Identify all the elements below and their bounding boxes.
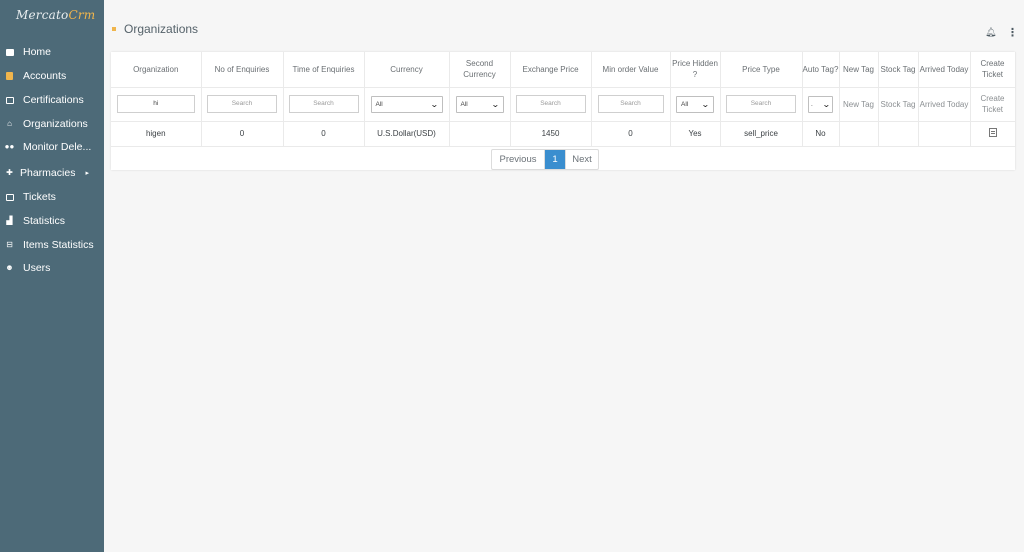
sidebar-item-home[interactable]: Home xyxy=(0,42,104,62)
sidebar-item-label: Organizations xyxy=(23,118,88,130)
arrived-today-filter-label: Arrived Today xyxy=(919,99,969,109)
column-header[interactable]: Price Hidden ? xyxy=(670,52,721,88)
chevron-down-icon: ⌄ xyxy=(822,99,832,109)
time-enquiries-filter-input[interactable]: Search xyxy=(288,95,359,113)
sidebar-item-label: Home xyxy=(23,46,52,58)
sidebar-item-label: Certifications xyxy=(23,94,84,106)
sidebar-item-statistics[interactable]: ▟ Statistics xyxy=(0,211,104,231)
chevron-right-icon: ▸ xyxy=(85,170,89,177)
monitor-icon: ●● xyxy=(4,142,15,151)
sidebar-item-monitor-deliveries[interactable]: ●● Monitor Dele... xyxy=(0,137,104,157)
cell-organization: higen xyxy=(111,121,202,147)
cell-no-of-enquiries: 0 xyxy=(201,121,284,147)
price-hidden-filter-select[interactable]: All ⌄ xyxy=(676,95,714,113)
column-header[interactable]: Time of Enquiries xyxy=(283,52,365,88)
cell-auto-tag: No xyxy=(802,121,840,147)
sidebar: MercatoCrm Home Accounts Certifications … xyxy=(0,0,104,552)
table-row[interactable]: higen 0 0 U.S.Dollar(USD) 1450 0 Yes sel… xyxy=(111,121,1016,147)
column-header[interactable]: Create Ticket xyxy=(970,52,1016,88)
bell-icon[interactable]: 🔔︎ xyxy=(985,27,996,38)
pagination: Previous 1 Next xyxy=(491,149,599,170)
users-icon: ☻ xyxy=(5,263,14,272)
auto-tag-filter-select[interactable]: . ⌄ xyxy=(808,95,833,113)
organization-filter-input[interactable]: hi xyxy=(116,95,195,113)
previous-page-button[interactable]: Previous xyxy=(492,150,545,169)
cell-exchange-price: 1450 xyxy=(510,121,592,147)
sidebar-item-label: Users xyxy=(23,262,51,274)
column-header[interactable]: Stock Tag xyxy=(878,52,919,88)
sidebar-item-label: Items Statistics xyxy=(23,239,94,251)
cell-second-currency xyxy=(449,121,511,147)
min-order-filter-input[interactable]: Search xyxy=(597,95,664,113)
column-header[interactable]: New Tag xyxy=(839,52,879,88)
statistics-icon: ▟ xyxy=(6,216,13,225)
cell-price-hidden: Yes xyxy=(670,121,721,147)
sidebar-item-label: Pharmacies xyxy=(20,167,76,179)
cell-new-tag xyxy=(839,121,879,147)
exchange-price-filter-input[interactable]: Search xyxy=(515,95,586,113)
accounts-icon xyxy=(5,72,14,80)
items-statistics-icon: ⊟ xyxy=(6,240,13,249)
price-type-filter-input[interactable]: Search xyxy=(726,95,796,113)
sidebar-item-label: Statistics xyxy=(23,215,66,227)
cell-arrived-today xyxy=(918,121,971,147)
sidebar-item-label: Monitor Dele... xyxy=(23,141,92,153)
create-ticket-filter-label: Create Ticket xyxy=(980,94,1005,114)
column-header[interactable]: Auto Tag? xyxy=(802,52,840,88)
chevron-down-icon: ⌄ xyxy=(490,99,500,109)
sidebar-item-items-statistics[interactable]: ⊟ Items Statistics xyxy=(0,235,104,255)
top-bar: Organizations 🔔︎ ⋮ xyxy=(104,0,1024,50)
chevron-down-icon: ⌄ xyxy=(701,99,711,109)
cell-currency: U.S.Dollar(USD) xyxy=(364,121,450,147)
chevron-down-icon: ⌄ xyxy=(429,99,439,109)
ticket-icon[interactable] xyxy=(988,128,997,137)
column-header[interactable]: Currency xyxy=(364,52,450,88)
column-header[interactable]: Arrived Today xyxy=(918,52,971,88)
currency-filter-select[interactable]: All ⌄ xyxy=(370,95,443,113)
main-content: Organizations 🔔︎ ⋮ Organization No of En… xyxy=(104,0,1024,552)
second-currency-filter-select[interactable]: All ⌄ xyxy=(455,95,504,113)
organizations-icon: ⌂ xyxy=(7,119,12,128)
column-header[interactable]: Price Type xyxy=(720,52,803,88)
brand-logo[interactable]: MercatoCrm xyxy=(0,0,104,34)
tickets-icon xyxy=(5,193,14,201)
sidebar-item-certifications[interactable]: Certifications xyxy=(0,90,104,110)
more-options-icon[interactable]: ⋮ xyxy=(1007,26,1018,39)
sidebar-item-organizations[interactable]: ⌂ Organizations xyxy=(0,114,104,134)
stock-tag-filter-label: Stock Tag xyxy=(880,99,916,109)
page-title: Organizations xyxy=(112,22,198,36)
sidebar-item-tickets[interactable]: Tickets xyxy=(0,187,104,207)
cell-time-of-enquiries: 0 xyxy=(283,121,365,147)
page-1-button[interactable]: 1 xyxy=(545,150,565,169)
certifications-icon xyxy=(5,96,14,104)
sidebar-item-accounts[interactable]: Accounts xyxy=(0,66,104,86)
organizations-table-card: Organization No of Enquiries Time of Enq… xyxy=(111,52,1016,170)
title-marker-icon xyxy=(112,27,116,31)
column-header[interactable]: Second Currency xyxy=(449,52,511,88)
sidebar-item-label: Tickets xyxy=(23,191,56,203)
column-header[interactable]: Min order Value xyxy=(591,52,671,88)
sidebar-item-pharmacies[interactable]: ✚ Pharmacies ▸ xyxy=(0,163,104,183)
column-header[interactable]: No of Enquiries xyxy=(201,52,284,88)
sidebar-item-label: Accounts xyxy=(23,70,67,82)
cell-min-order-value: 0 xyxy=(591,121,671,147)
next-page-button[interactable]: Next xyxy=(565,150,598,169)
sidebar-item-users[interactable]: ☻ Users xyxy=(0,258,104,278)
home-icon xyxy=(5,48,14,56)
column-header[interactable]: Exchange Price xyxy=(510,52,592,88)
enquiries-filter-input[interactable]: Search xyxy=(207,95,277,113)
column-header[interactable]: Organization xyxy=(111,52,202,88)
pharmacies-icon: ✚ xyxy=(6,168,13,177)
cell-stock-tag xyxy=(878,121,919,147)
cell-price-type: sell_price xyxy=(720,121,803,147)
cell-create-ticket xyxy=(970,121,1016,147)
new-tag-filter-label: New Tag xyxy=(843,99,874,109)
organizations-table: Organization No of Enquiries Time of Enq… xyxy=(111,52,1016,147)
